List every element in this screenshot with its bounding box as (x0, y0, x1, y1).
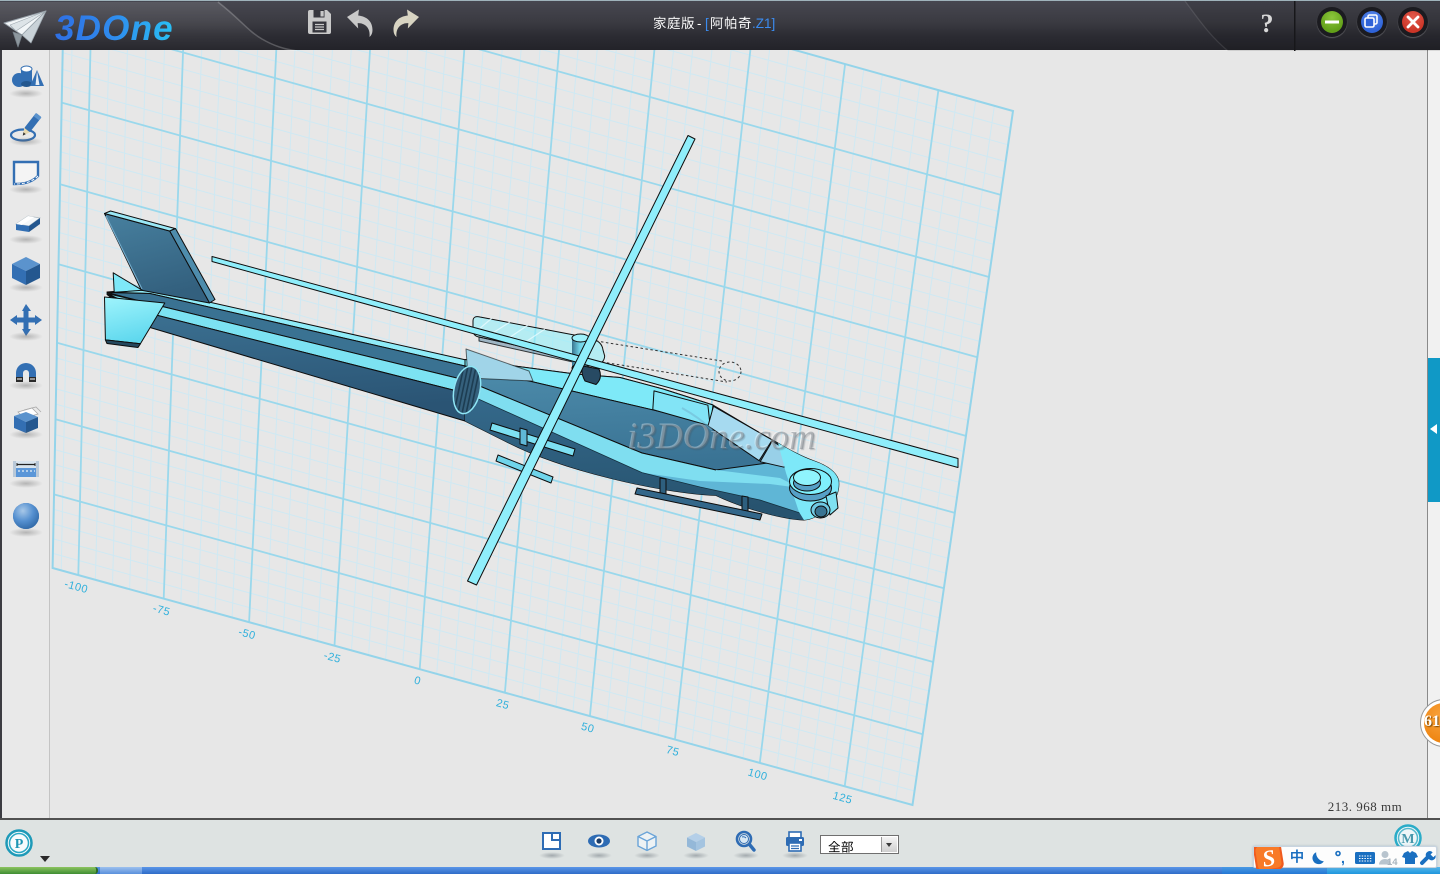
svg-text:,: , (1341, 850, 1345, 866)
svg-text:-100: -100 (63, 578, 89, 596)
svg-text:125: 125 (831, 790, 853, 807)
svg-text:-50: -50 (237, 626, 257, 642)
svg-text:.Z1]: .Z1] (752, 16, 775, 31)
svg-text:[: [ (705, 16, 709, 31)
svg-text:P: P (15, 837, 24, 852)
svg-text:-25: -25 (322, 650, 342, 666)
svg-text:14: 14 (1387, 857, 1398, 868)
svg-text:100: 100 (746, 767, 768, 784)
svg-text:75: 75 (665, 744, 681, 759)
svg-text:M: M (1401, 832, 1414, 847)
svg-text:50: 50 (580, 721, 596, 736)
svg-text:-: - (697, 16, 701, 31)
svg-text:-75: -75 (152, 603, 172, 619)
svg-text:0: 0 (413, 675, 423, 688)
svg-text:25: 25 (495, 697, 511, 712)
